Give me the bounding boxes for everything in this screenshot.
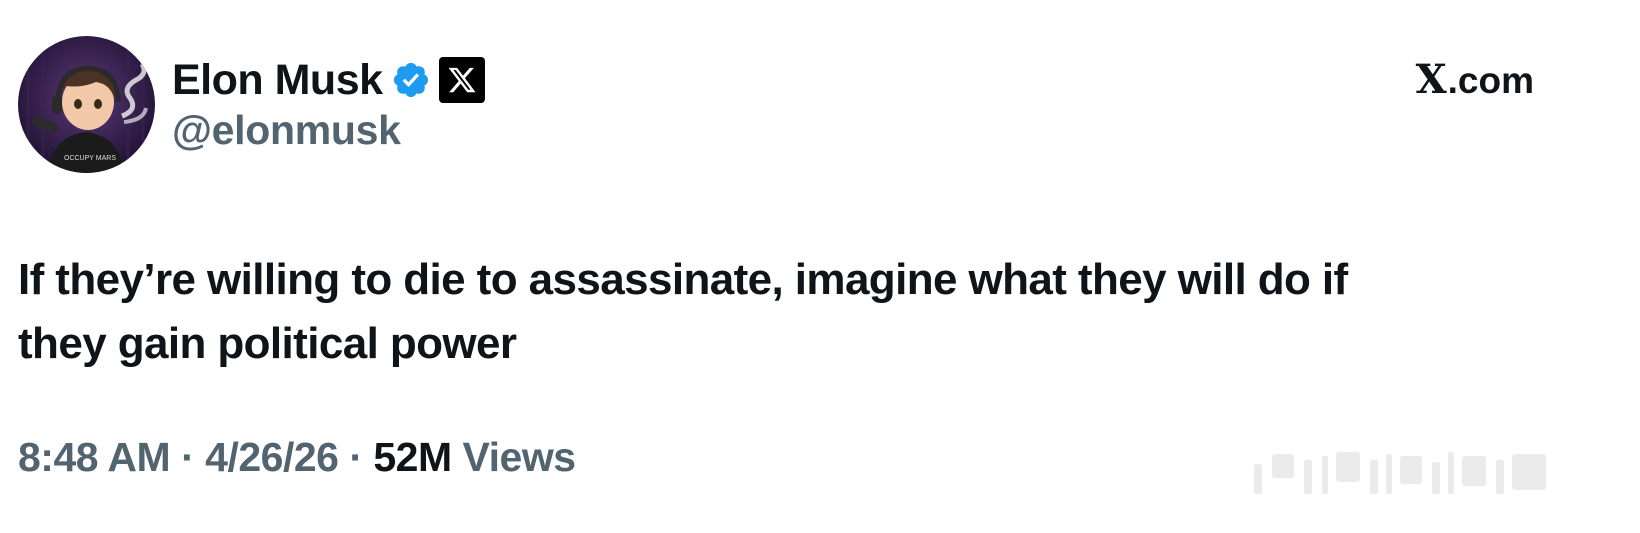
author-name-row: Elon Musk — [172, 55, 485, 105]
author-display-name[interactable]: Elon Musk — [172, 58, 383, 102]
corner-watermark-icon — [1244, 446, 1556, 498]
meta-separator: · — [338, 434, 374, 480]
avatar[interactable]: OCCUPY MARS — [18, 36, 155, 173]
tweet-text-line: they gain political power — [18, 319, 517, 368]
author-handle[interactable]: @elonmusk — [172, 110, 401, 151]
tweet-text: If they’re willing to die to assassinate… — [18, 248, 1558, 376]
site-label: .com — [1447, 59, 1534, 101]
avatar-shirt-text: OCCUPY MARS — [64, 155, 116, 162]
site-logo: X — [1415, 56, 1447, 103]
views-label: Views — [451, 434, 576, 480]
views-count[interactable]: 52M — [373, 434, 452, 480]
x-logo-icon[interactable] — [438, 57, 485, 103]
meta-separator: · — [170, 434, 206, 480]
tweet-meta: 8:48 AM · 4/26/26 · 52M Views — [18, 432, 576, 482]
tweet-text-line: If they’re willing to die to assassinate… — [18, 255, 1348, 304]
avatar-image: OCCUPY MARS — [18, 36, 155, 173]
tweet-date[interactable]: 4/26/26 — [205, 434, 339, 480]
verified-badge-icon[interactable] — [391, 60, 431, 100]
tweet-time[interactable]: 8:48 AM — [18, 434, 171, 480]
site-watermark: X .com — [1416, 60, 1534, 100]
